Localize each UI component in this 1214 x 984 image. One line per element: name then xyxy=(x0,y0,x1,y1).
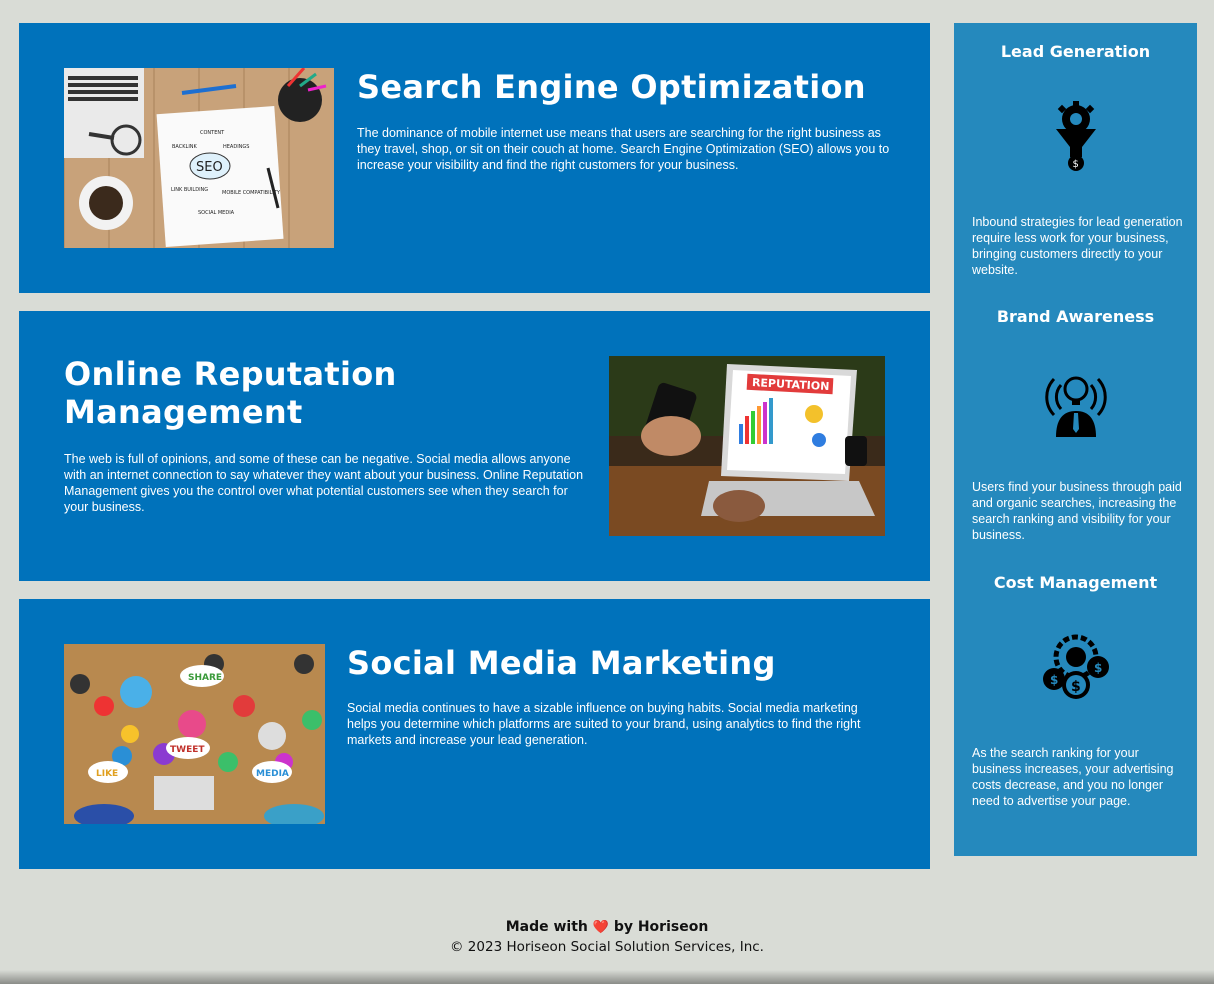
benefits-sidebar: Lead Generation $ Inbound strategies for… xyxy=(954,23,1197,856)
svg-text:MEDIA: MEDIA xyxy=(256,769,289,779)
cost-gear-icon: $ $ $ xyxy=(1042,633,1110,703)
svg-text:BACKLINK: BACKLINK xyxy=(172,144,198,150)
svg-text:LINK BUILDING: LINK BUILDING xyxy=(171,187,208,193)
benefit-cost-management-text: As the search ranking for your business … xyxy=(972,746,1174,808)
seo-section: SEO BACKLINK CONTENT HEADINGS LINK BUILD… xyxy=(19,23,930,293)
benefit-brand-awareness-text: Users find your business through paid an… xyxy=(972,480,1182,542)
svg-text:SOCIAL MEDIA: SOCIAL MEDIA xyxy=(198,210,235,216)
benefit-lead-generation-title: Lead Generation xyxy=(1000,42,1151,61)
reputation-text: The web is full of opinions, and some of… xyxy=(64,452,584,514)
svg-text:LIKE: LIKE xyxy=(96,769,118,779)
svg-text:SHARE: SHARE xyxy=(188,673,222,683)
footer: Made with ❤️ by Horiseon © 2023 Horiseon… xyxy=(0,918,1214,957)
footer-made-with: Made with ❤️ by Horiseon xyxy=(505,919,709,935)
svg-text:SEO: SEO xyxy=(196,160,223,175)
seo-title: Search Engine Optimization xyxy=(357,68,866,106)
brand-lightbulb-icon xyxy=(1042,367,1110,437)
social-media-title: Social Media Marketing xyxy=(347,644,776,682)
reputation-section: Online Reputation Management The web is … xyxy=(19,311,930,581)
benefit-brand-awareness-title: Brand Awareness xyxy=(996,307,1155,326)
window-bottom-edge xyxy=(0,970,1214,984)
heart-icon: ❤️ xyxy=(592,920,609,935)
seo-text: The dominance of mobile internet use mea… xyxy=(357,126,890,172)
svg-text:TWEET: TWEET xyxy=(170,745,205,755)
footer-copyright: © 2023 Horiseon Social Solution Services… xyxy=(450,939,764,955)
benefit-cost-management-title: Cost Management xyxy=(993,573,1158,592)
svg-text:$: $ xyxy=(1071,679,1081,695)
benefit-lead-generation-text: Inbound strategies for lead generation r… xyxy=(972,215,1183,277)
reputation-title: Online Reputation Management xyxy=(64,355,397,431)
social-media-image: SHARE TWEET LIKE MEDIA xyxy=(64,644,325,824)
svg-text:$: $ xyxy=(1073,159,1079,170)
svg-text:$: $ xyxy=(1094,661,1102,675)
svg-text:HEADINGS: HEADINGS xyxy=(223,144,249,150)
social-media-section: SHARE TWEET LIKE MEDIA Social Media Mark… xyxy=(19,599,930,869)
svg-text:MOBILE COMPATIBILITY: MOBILE COMPATIBILITY xyxy=(222,190,281,196)
svg-text:$: $ xyxy=(1050,673,1058,687)
seo-image: SEO BACKLINK CONTENT HEADINGS LINK BUILD… xyxy=(64,68,334,248)
reputation-image: REPUTATION xyxy=(609,356,885,536)
svg-text:CONTENT: CONTENT xyxy=(200,130,225,136)
lead-funnel-icon: $ xyxy=(1042,101,1110,171)
social-media-text: Social media continues to have a sizable… xyxy=(347,701,861,747)
